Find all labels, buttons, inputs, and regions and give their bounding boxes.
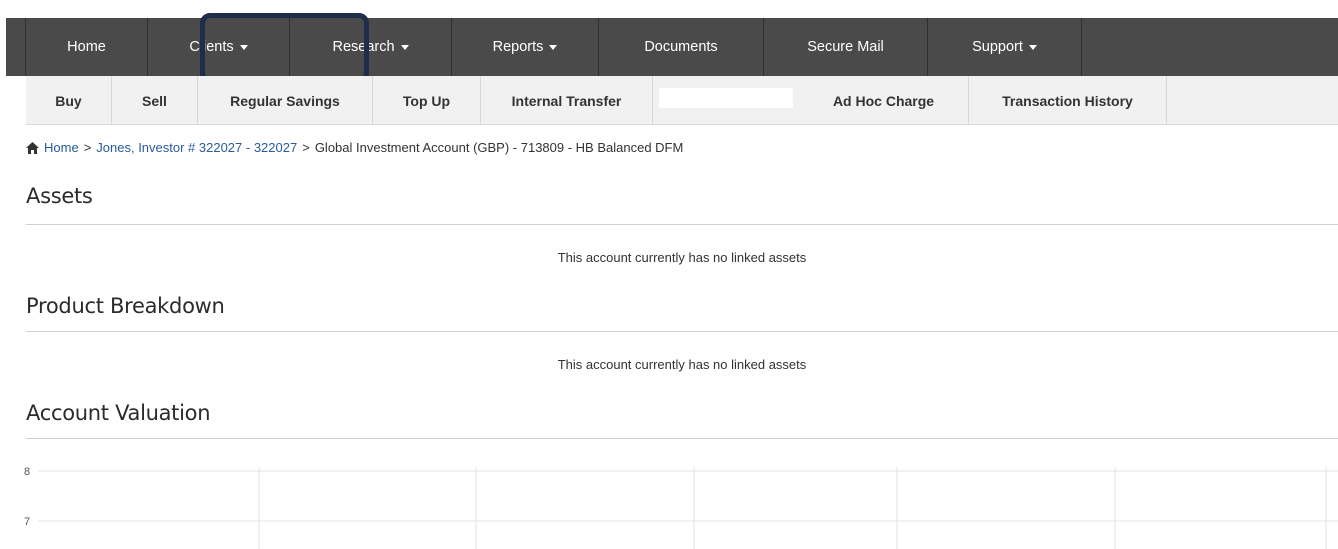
subnav-internal-transfer-label: Internal Transfer bbox=[511, 92, 622, 109]
subnav-internal-transfer[interactable]: Internal Transfer bbox=[481, 76, 653, 125]
subnav-regular-savings[interactable]: Regular Savings bbox=[198, 76, 373, 125]
nav-research[interactable]: Research bbox=[290, 18, 452, 76]
caret-down-icon bbox=[1028, 44, 1037, 50]
breadcrumb: Home > Jones, Investor # 322027 - 322027… bbox=[26, 140, 683, 155]
subnav-ad-hoc-charge-label: Ad Hoc Charge bbox=[832, 92, 935, 109]
home-icon bbox=[26, 141, 39, 154]
subnav-transaction-history[interactable]: Transaction History bbox=[969, 76, 1167, 125]
page: Home Clients Research Reports Documents … bbox=[0, 0, 1338, 549]
top-nav-spacer bbox=[6, 18, 26, 76]
nav-reports-label: Reports bbox=[492, 39, 544, 55]
nav-reports[interactable]: Reports bbox=[452, 18, 599, 76]
breadcrumb-separator: > bbox=[83, 140, 92, 155]
assets-empty-message: This account currently has no linked ass… bbox=[557, 250, 807, 265]
nav-secure-mail-label: Secure Mail bbox=[807, 39, 884, 55]
account-valuation-heading: Account Valuation bbox=[26, 401, 211, 425]
subnav-ad-hoc-charge[interactable]: Ad Hoc Charge bbox=[799, 76, 969, 125]
subnav-sell-label: Sell bbox=[142, 92, 167, 109]
subnav-top-up-label: Top Up bbox=[402, 92, 451, 109]
assets-divider bbox=[26, 224, 1338, 225]
assets-heading: Assets bbox=[26, 184, 93, 208]
chart-y-tick-label: 7 bbox=[24, 516, 30, 528]
breadcrumb-separator: > bbox=[302, 140, 310, 155]
caret-down-icon bbox=[239, 44, 248, 50]
account-valuation-divider bbox=[26, 438, 1338, 439]
breadcrumb-current-account: Global Investment Account (GBP) - 713809… bbox=[314, 140, 684, 155]
breadcrumb-home-link[interactable]: Home bbox=[44, 140, 79, 155]
caret-down-icon bbox=[549, 44, 558, 50]
nav-home-label: Home bbox=[67, 39, 106, 55]
nav-clients-label: Clients bbox=[189, 39, 234, 55]
nav-documents[interactable]: Documents bbox=[599, 18, 764, 76]
breadcrumb-client-link[interactable]: Jones, Investor # 322027 - 322027 bbox=[96, 140, 297, 155]
subnav-transaction-history-label: Transaction History bbox=[1002, 92, 1133, 109]
nav-secure-mail[interactable]: Secure Mail bbox=[764, 18, 928, 76]
product-breakdown-divider bbox=[26, 331, 1338, 332]
caret-down-icon bbox=[400, 44, 409, 50]
subnav-redacted-item[interactable] bbox=[653, 76, 799, 125]
account-valuation-chart: 87 bbox=[24, 466, 1338, 549]
nav-clients[interactable]: Clients bbox=[148, 18, 290, 76]
subnav-sell[interactable]: Sell bbox=[112, 76, 198, 125]
nav-documents-label: Documents bbox=[644, 39, 718, 55]
nav-support-label: Support bbox=[972, 39, 1023, 55]
subnav-regular-savings-label: Regular Savings bbox=[230, 92, 340, 109]
subnav-top-up[interactable]: Top Up bbox=[373, 76, 481, 125]
nav-research-label: Research bbox=[332, 39, 395, 55]
redacted-label bbox=[659, 88, 793, 108]
subnav-buy-label: Buy bbox=[55, 92, 82, 109]
subnav-buy[interactable]: Buy bbox=[26, 76, 112, 125]
product-breakdown-heading: Product Breakdown bbox=[26, 294, 225, 318]
chart-y-ticks: 87 bbox=[24, 466, 30, 528]
sub-nav: Buy Sell Regular Savings Top Up Internal… bbox=[26, 76, 1338, 125]
chart-grid bbox=[38, 467, 1338, 549]
nav-home[interactable]: Home bbox=[26, 18, 148, 76]
top-nav: Home Clients Research Reports Documents … bbox=[6, 18, 1338, 76]
product-breakdown-empty-message: This account currently has no linked ass… bbox=[557, 357, 807, 372]
nav-support[interactable]: Support bbox=[928, 18, 1082, 76]
chart-y-tick-label: 8 bbox=[24, 466, 30, 478]
